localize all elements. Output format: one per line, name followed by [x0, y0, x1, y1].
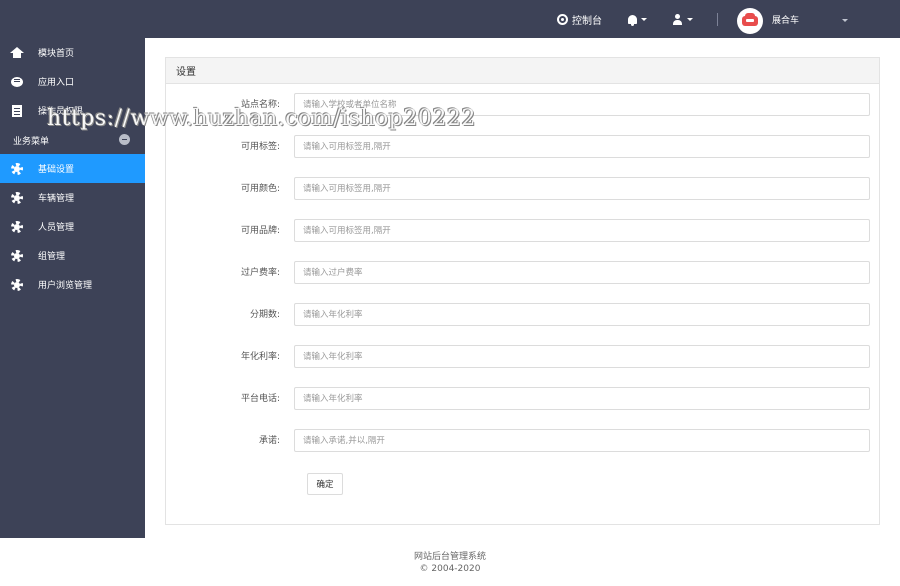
panel-title: 设置 [166, 58, 879, 84]
home-icon [10, 46, 24, 58]
dashboard-icon [557, 13, 568, 25]
form-row-promise: 承诺: [166, 429, 881, 453]
gear-icon [11, 220, 23, 233]
confirm-button[interactable]: 确定 [307, 473, 343, 495]
caret-down-icon [641, 17, 647, 21]
gear-icon [11, 191, 23, 204]
top-bar: 控制台 展合车 [0, 0, 900, 38]
platform-phone-input[interactable] [294, 387, 870, 410]
available-tags-input[interactable] [294, 135, 870, 158]
sidebar-section-business[interactable]: 业务菜单 [0, 128, 145, 152]
form-row-available-brands: 可用品牌: [166, 219, 881, 243]
installments-input[interactable] [294, 303, 870, 326]
available-colors-input[interactable] [294, 177, 870, 200]
annual-rate-input[interactable] [294, 345, 870, 368]
field-label: 过户费率: [240, 268, 280, 278]
caret-down-icon[interactable] [842, 19, 848, 22]
sidebar-item-group-management[interactable]: 组管理 [0, 241, 145, 270]
notifications-dropdown[interactable] [628, 0, 647, 38]
sidebar-item-label: 用户浏览管理 [38, 281, 93, 291]
sidebar-item-label: 基础设置 [38, 165, 75, 175]
form-row-platform-phone: 平台电话: [166, 387, 881, 411]
transfer-fee-rate-input[interactable] [294, 261, 870, 284]
car-icon [742, 13, 758, 26]
sidebar-item-staff-management[interactable]: 人员管理 [0, 212, 145, 241]
sidebar-item-label: 组管理 [38, 252, 66, 262]
sidebar-item-label: 应用入口 [38, 78, 75, 88]
bell-icon [628, 14, 637, 26]
form-row-transfer-fee-rate: 过户费率: [166, 261, 881, 285]
avatar[interactable] [737, 8, 763, 34]
footer-system-name: 网站后台管理系统 [413, 552, 486, 562]
field-label: 可用标签: [240, 142, 280, 152]
field-label: 站点名称: [240, 100, 280, 110]
gear-icon [11, 249, 23, 262]
field-label: 可用颜色: [240, 184, 280, 194]
caret-down-icon [687, 17, 693, 21]
console-link[interactable]: 控制台 [557, 0, 602, 38]
form-row-available-colors: 可用颜色: [166, 177, 881, 201]
user-dropdown[interactable] [672, 0, 693, 38]
sidebar-section-label: 业务菜单 [13, 136, 50, 147]
sidebar-item-label: 模块首页 [38, 49, 75, 59]
sidebar-item-user-browse-management[interactable]: 用户浏览管理 [0, 270, 145, 299]
field-label: 承诺: [258, 436, 280, 446]
user-icon [672, 13, 683, 25]
form-row-installments: 分期数: [166, 303, 881, 327]
sidebar-item-app-entry[interactable]: 应用入口 [0, 67, 145, 96]
collapse-icon[interactable] [119, 134, 130, 145]
site-name-input[interactable] [294, 93, 870, 116]
sidebar-item-label: 车辆管理 [38, 194, 75, 204]
gear-icon [11, 278, 23, 291]
field-label: 年化利率: [240, 352, 280, 362]
sidebar-item-vehicle-management[interactable]: 车辆管理 [0, 183, 145, 212]
topbar-divider [717, 13, 718, 26]
field-label: 可用品牌: [240, 226, 280, 236]
available-brands-input[interactable] [294, 219, 870, 242]
form-row-site-name: 站点名称: [166, 93, 881, 117]
footer-copyright: © 2004-2020 [419, 564, 481, 574]
sidebar-item-label: 操作员权限 [38, 107, 84, 117]
settings-panel: 设置 站点名称: 可用标签: 可用颜色: 可用品牌: 过户费率: 分期数: 年化… [165, 57, 880, 525]
chat-icon [11, 76, 23, 87]
sidebar-item-operator-permissions[interactable]: 操作员权限 [0, 96, 145, 125]
gear-icon [11, 162, 23, 175]
form-row-annual-rate: 年化利率: [166, 345, 881, 369]
sidebar-item-basic-settings[interactable]: 基础设置 [0, 154, 145, 183]
form-row-available-tags: 可用标签: [166, 135, 881, 159]
console-label: 控制台 [572, 15, 602, 27]
field-label: 平台电话: [240, 394, 280, 404]
document-icon [12, 104, 22, 117]
field-label: 分期数: [249, 310, 280, 320]
sidebar-item-module-home[interactable]: 模块首页 [0, 38, 145, 67]
promise-input[interactable] [294, 429, 870, 452]
user-name[interactable]: 展合车 [772, 0, 799, 38]
sidebar: 模块首页 应用入口 操作员权限 业务菜单 基础设置 车辆管理 人员管理 组管理 … [0, 38, 145, 538]
sidebar-item-label: 人员管理 [38, 223, 75, 233]
